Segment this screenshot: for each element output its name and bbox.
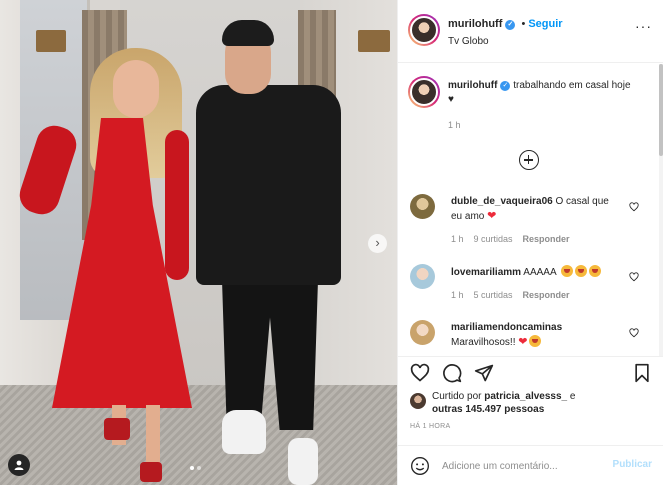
man-black-jacket <box>196 85 341 285</box>
comments-list[interactable]: murilohuff ✓ trabalhando em casal hoje ♥ … <box>398 64 660 356</box>
heart-eyes-emoji-icon <box>529 335 542 347</box>
author-username-text[interactable]: murilohuff <box>448 18 502 30</box>
post-timestamp[interactable]: HÁ 1 HORA <box>410 423 450 430</box>
separator-dot: • <box>521 18 526 30</box>
emoji-icon[interactable] <box>410 456 430 476</box>
comment-body: mariliamendoncaminas Maravilhosos!! ❤ <box>451 321 621 350</box>
liked-by-username[interactable]: patricia_alvesss_ <box>484 391 567 402</box>
photo-wall-hook-left <box>36 30 66 52</box>
comments-scrollbar[interactable] <box>659 64 663 356</box>
post-side-panel: murilohuff ✓ • Seguir Tv Globo ··· muriloh… <box>397 0 663 485</box>
tagged-users-icon[interactable] <box>8 454 30 476</box>
caption-username[interactable]: murilohuff <box>448 80 497 91</box>
comment-meta: 1 h 9 curtidas Responder <box>451 234 570 244</box>
more-options-icon[interactable]: ··· <box>635 19 652 33</box>
reply-button[interactable]: Responder <box>523 290 570 300</box>
comment-time: 1 h <box>451 290 464 300</box>
post-header: murilohuff ✓ • Seguir Tv Globo ··· <box>398 0 663 63</box>
woman-arm-right <box>165 130 189 280</box>
comment-like-heart-icon[interactable] <box>629 328 639 338</box>
comment-likes[interactable]: 5 curtidas <box>474 290 513 300</box>
carousel-dot-active <box>190 466 194 470</box>
photo-wall-hook-right <box>358 30 390 52</box>
comment-body: lovemariliamm AAAAA <box>451 265 621 280</box>
comment-like-heart-icon[interactable] <box>629 272 639 282</box>
person-icon <box>14 460 24 470</box>
woman-shoe-right <box>140 462 162 482</box>
share-icon[interactable] <box>474 363 494 383</box>
comment-username[interactable]: mariliamendoncaminas <box>451 322 562 333</box>
verified-badge-icon: ✓ <box>500 81 511 91</box>
carousel-next-icon[interactable]: › <box>368 234 387 253</box>
publish-button[interactable]: Publicar <box>613 459 652 470</box>
liked-by-avatar[interactable] <box>410 393 426 409</box>
comment-username[interactable]: lovemariliamm <box>451 267 521 278</box>
comment-time: 1 h <box>451 234 464 244</box>
red-heart-emoji-icon: ❤ <box>487 210 497 222</box>
comment-avatar[interactable] <box>410 264 435 289</box>
carousel-dot <box>197 466 201 470</box>
comment-like-heart-icon[interactable] <box>629 202 639 212</box>
reply-button[interactable]: Responder <box>523 234 570 244</box>
man-sneaker-right <box>288 438 318 485</box>
post-location[interactable]: Tv Globo <box>448 36 489 47</box>
woman-face <box>113 60 159 118</box>
author-avatar[interactable] <box>408 14 440 46</box>
post-photo[interactable]: › <box>0 0 397 485</box>
bookmark-icon[interactable] <box>632 363 652 383</box>
likes-summary: Curtido por patricia_alvesss_ e outras 1… <box>432 390 642 416</box>
liked-by-joiner: e <box>569 391 576 402</box>
carousel-dots <box>190 466 201 470</box>
star-struck-emoji-icon <box>560 265 573 277</box>
liked-by-others-count[interactable]: outras 145.497 pessoas <box>432 404 544 415</box>
load-more-icon[interactable] <box>519 150 539 170</box>
comment-text: AAAAA <box>523 267 557 278</box>
star-struck-emoji-icon <box>588 265 601 277</box>
verified-badge-icon: ✓ <box>505 20 516 30</box>
heart-icon[interactable] <box>410 363 430 383</box>
caption-time: 1 h <box>448 120 461 130</box>
comment-icon[interactable] <box>442 363 462 383</box>
author-username[interactable]: murilohuff ✓ • Seguir <box>448 18 563 30</box>
follow-button[interactable]: Seguir <box>528 18 562 30</box>
man-hair <box>222 20 274 46</box>
comment-avatar[interactable] <box>410 320 435 345</box>
scrollbar-thumb[interactable] <box>659 64 663 156</box>
comment-text: Maravilhosos!! <box>451 337 516 348</box>
comment-avatar[interactable] <box>410 194 435 219</box>
red-heart-emoji-icon: ❤ <box>518 336 528 348</box>
comment-meta: 1 h 5 curtidas Responder <box>451 290 570 300</box>
post-actions: Curtido por patricia_alvesss_ e outras 1… <box>398 356 663 485</box>
caption: murilohuff ✓ trabalhando em casal hoje ♥ <box>448 79 638 107</box>
liked-by-prefix: Curtido por <box>432 391 482 402</box>
comment-username[interactable]: duble_de_vaqueira06 <box>451 196 553 207</box>
woman-shoe-left <box>104 418 130 440</box>
comment-input[interactable] <box>442 458 602 474</box>
man-sneaker-left <box>222 410 266 454</box>
woman-leg-right <box>146 405 160 470</box>
star-struck-emoji-icon <box>574 265 587 277</box>
comment-body: duble_de_vaqueira06 O casal que eu amo ❤ <box>451 195 621 224</box>
add-comment-bar: Publicar <box>398 445 663 485</box>
caption-author-avatar[interactable] <box>408 76 440 108</box>
comment-likes[interactable]: 9 curtidas <box>474 234 513 244</box>
